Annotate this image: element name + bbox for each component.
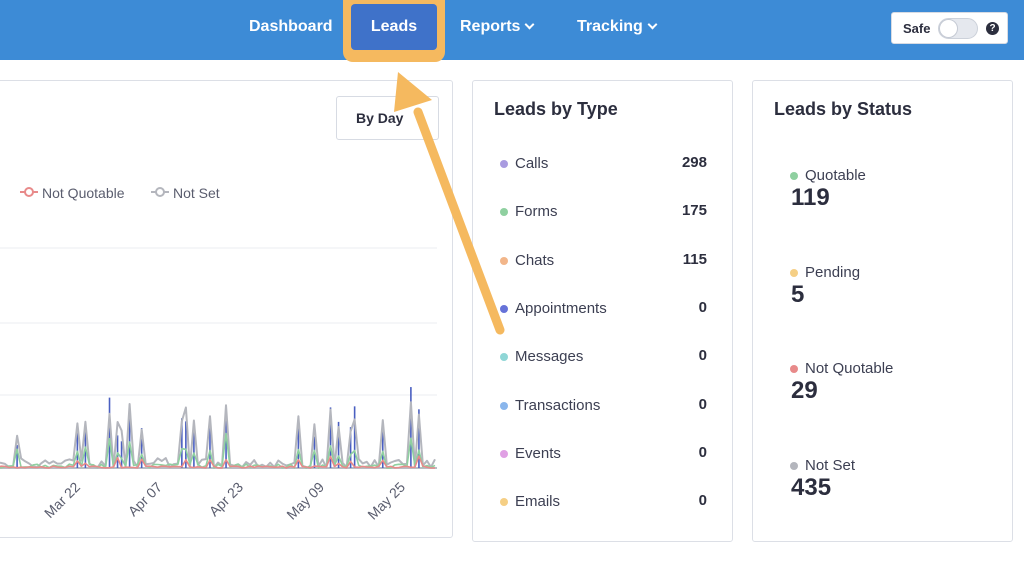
lead-status-label: Not Set: [805, 456, 856, 474]
lead-type-row: Messages 0: [473, 345, 734, 369]
lead-type-row: Appointments 0: [473, 297, 734, 321]
safe-label: Safe: [903, 21, 931, 36]
status-dot-icon: [790, 172, 798, 180]
lead-status-count: 435: [791, 473, 832, 501]
safe-toggle[interactable]: [938, 18, 978, 39]
lead-status-item: Not Quotable 29: [753, 357, 1014, 417]
status-dot-icon: [500, 208, 508, 217]
chevron-down-icon: [647, 19, 658, 30]
leads-by-type-title: Leads by Type: [494, 99, 618, 119]
leads-by-status-title: Leads by Status: [774, 99, 913, 119]
nav-tracking[interactable]: Tracking: [577, 0, 658, 56]
leads-by-type-card: Leads by Type Calls 298 Forms 175 Chats 115 Ap…: [472, 80, 733, 542]
lead-type-label: Appointments: [515, 299, 607, 317]
lead-status-item: Not Set 435: [753, 454, 1014, 514]
leads-chart-card: By Day Not Quotable Not Set Mar 22 Apr 07…: [0, 80, 453, 538]
lead-status-label: Pending: [805, 263, 861, 281]
status-dot-icon: [790, 268, 798, 277]
x-tick-label: Mar 22: [41, 479, 83, 521]
nav-dashboard[interactable]: Dashboard: [249, 0, 333, 56]
help-icon[interactable]: ?: [986, 22, 999, 35]
status-dot-icon: [790, 461, 798, 470]
lead-status-item: Pending 5: [753, 261, 1014, 321]
lead-status-count: 29: [791, 377, 818, 404]
lead-type-label: Chats: [515, 251, 555, 269]
lead-type-row: Emails 0: [473, 490, 734, 514]
lead-type-label: Emails: [515, 493, 561, 511]
lead-status-count: 5: [791, 280, 805, 308]
lead-type-row: Transactions 0: [473, 394, 734, 418]
lead-type-count: 0: [698, 298, 707, 316]
lead-type-count: 0: [698, 395, 707, 413]
lead-type-row: Events 0: [473, 442, 734, 466]
lead-type-label: Transactions: [515, 396, 601, 414]
lead-type-count: 0: [698, 492, 707, 510]
nav-reports[interactable]: Reports: [460, 0, 535, 56]
x-tick-label: May 25: [364, 479, 408, 523]
lead-type-row: Forms 175: [473, 200, 734, 224]
status-dot-icon: [790, 365, 798, 373]
status-dot-icon: [500, 160, 508, 168]
toggle-knob: [939, 19, 958, 38]
top-nav-bar: Dashboard Leads Reports Tracking Safe ?: [0, 0, 1024, 62]
lead-type-label: Calls: [515, 155, 549, 172]
lead-status-label: Not Quotable: [805, 360, 894, 377]
nav-reports-label: Reports: [460, 18, 521, 35]
lead-type-count: 0: [698, 347, 707, 365]
nav-leads[interactable]: Leads: [351, 4, 437, 50]
lead-type-label: Events: [515, 444, 561, 462]
x-tick-label: Apr 07: [125, 479, 166, 520]
lead-type-row: Chats 115: [473, 249, 734, 273]
x-tick-label: Apr 23: [206, 479, 247, 520]
lead-type-count: 175: [681, 202, 707, 220]
status-dot-icon: [500, 498, 508, 507]
lead-status-item: Quotable 119: [753, 164, 1014, 224]
leads-by-status-card: Leads by Status Quotable 119 Pending 5 Not Q…: [752, 80, 1013, 542]
series-line-not-set: [0, 401, 436, 469]
status-dot-icon: [500, 401, 508, 410]
lead-type-count: 0: [698, 443, 707, 461]
safe-mode-control: Safe ?: [891, 12, 1008, 44]
status-dot-icon: [500, 256, 508, 265]
lead-type-label: Forms: [515, 203, 558, 221]
lead-type-count: 115: [682, 250, 707, 268]
status-dot-icon: [500, 304, 508, 313]
lead-type-count: 298: [681, 154, 707, 171]
lead-status-count: 119: [791, 184, 830, 211]
lead-type-label: Messages: [515, 348, 584, 366]
status-dot-icon: [500, 353, 508, 362]
x-tick-label: May 09: [283, 479, 327, 523]
chevron-down-icon: [525, 19, 535, 30]
status-dot-icon: [500, 449, 508, 458]
lead-status-label: Quotable: [805, 167, 866, 184]
leads-over-time-chart: Mar 22 Apr 07 Apr 23 May 09 May 25: [0, 247, 437, 523]
lead-type-row: Calls 298: [473, 152, 734, 176]
nav-tracking-label: Tracking: [577, 18, 643, 35]
